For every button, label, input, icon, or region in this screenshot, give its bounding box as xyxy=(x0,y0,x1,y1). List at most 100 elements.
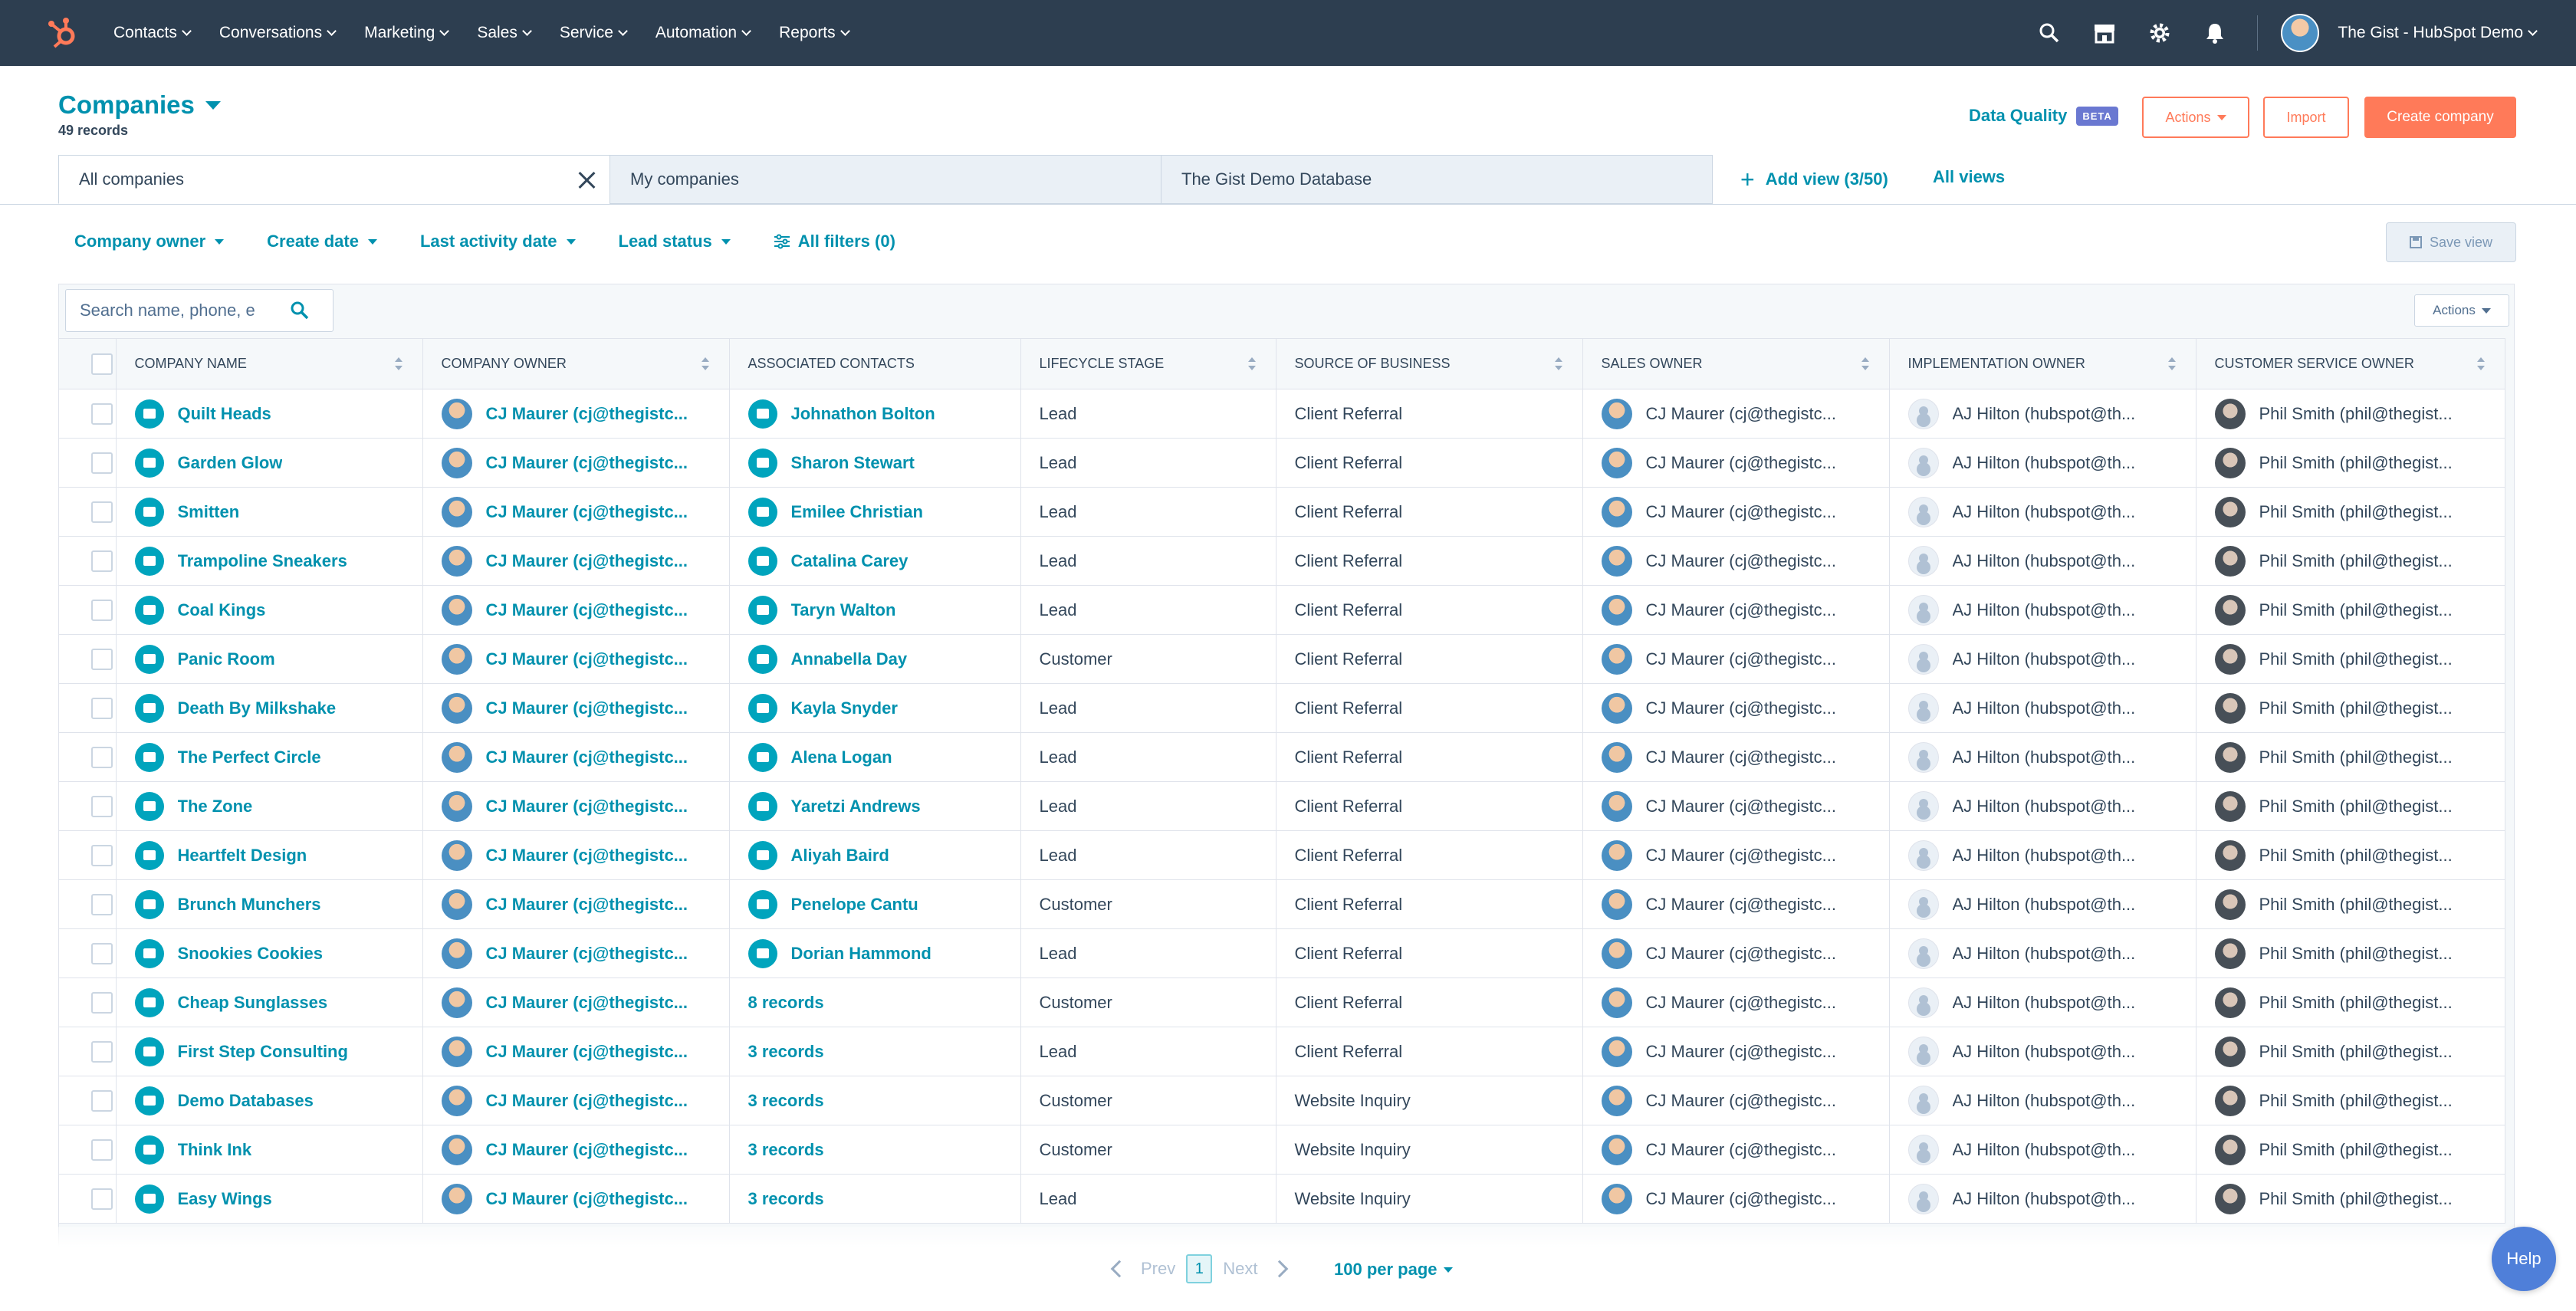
row-checkbox[interactable] xyxy=(90,893,113,915)
table-row[interactable]: Panic Room CJ Maurer (cj@thegistc... Annab… xyxy=(59,634,2505,684)
nav-marketing[interactable]: Marketing xyxy=(364,24,450,42)
company-name-link[interactable]: The Perfect Circle xyxy=(178,748,321,767)
table-row[interactable]: Demo Databases CJ Maurer (cj@thegistc... 3… xyxy=(59,1076,2505,1125)
associated-contact-link[interactable]: Dorian Hammond xyxy=(791,944,932,964)
nav-automation[interactable]: Automation xyxy=(656,24,751,42)
table-actions-button[interactable]: Actions xyxy=(2414,294,2509,327)
company-name-link[interactable]: First Step Consulting xyxy=(178,1042,348,1062)
company-owner-link[interactable]: CJ Maurer (cj@thegistc... xyxy=(486,895,688,915)
company-owner-link[interactable]: CJ Maurer (cj@thegistc... xyxy=(486,698,688,718)
associated-contacts-link[interactable]: 3 records xyxy=(748,1042,824,1061)
chevron-right-icon[interactable] xyxy=(1270,1260,1288,1278)
associated-contact-link[interactable]: Sharon Stewart xyxy=(791,453,915,473)
company-name-link[interactable]: Death By Milkshake xyxy=(178,698,337,718)
col-company-owner[interactable]: COMPANY OWNER xyxy=(422,338,730,389)
table-row[interactable]: Heartfelt Design CJ Maurer (cj@thegistc..… xyxy=(59,830,2505,880)
chevron-left-icon[interactable] xyxy=(1110,1260,1129,1278)
row-checkbox[interactable] xyxy=(90,648,113,670)
associated-contact-link[interactable]: Aliyah Baird xyxy=(791,846,889,866)
row-checkbox[interactable] xyxy=(90,1040,113,1063)
sort-icon[interactable] xyxy=(1247,357,1256,371)
col-implementation-owner[interactable]: IMPLEMENTATION OWNER xyxy=(1889,338,2196,389)
all-filters-button[interactable]: All filters (0) xyxy=(774,232,895,251)
company-name-link[interactable]: Snookies Cookies xyxy=(178,944,324,964)
actions-button[interactable]: Actions xyxy=(2142,97,2249,138)
row-checkbox[interactable] xyxy=(90,402,113,425)
company-name-link[interactable]: Demo Databases xyxy=(178,1091,314,1111)
per-page-select[interactable]: 100 per page xyxy=(1334,1260,1453,1280)
company-owner-link[interactable]: CJ Maurer (cj@thegistc... xyxy=(486,846,688,866)
next-page-button[interactable]: Next xyxy=(1223,1259,1257,1279)
table-row[interactable]: First Step Consulting CJ Maurer (cj@thegi… xyxy=(59,1027,2505,1076)
associated-contacts-link[interactable]: 8 records xyxy=(748,993,824,1012)
row-checkbox[interactable] xyxy=(90,599,113,621)
company-owner-link[interactable]: CJ Maurer (cj@thegistc... xyxy=(486,1189,688,1209)
associated-contacts-link[interactable]: 3 records xyxy=(748,1189,824,1208)
table-row[interactable]: Smitten CJ Maurer (cj@thegistc... Emilee C… xyxy=(59,487,2505,537)
all-views-link[interactable]: All views xyxy=(1933,167,2005,187)
associated-contact-link[interactable]: Annabella Day xyxy=(791,649,908,669)
table-row[interactable]: Death By Milkshake CJ Maurer (cj@thegistc… xyxy=(59,683,2505,733)
associated-contacts-link[interactable]: 3 records xyxy=(748,1091,824,1110)
company-name-link[interactable]: Panic Room xyxy=(178,649,275,669)
nav-sales[interactable]: Sales xyxy=(477,24,532,42)
row-checkbox[interactable] xyxy=(90,452,113,474)
gear-icon[interactable] xyxy=(2147,20,2173,46)
associated-contact-link[interactable]: Emilee Christian xyxy=(791,502,923,522)
table-row[interactable]: The Perfect Circle CJ Maurer (cj@thegistc… xyxy=(59,732,2505,782)
table-row[interactable]: Trampoline Sneakers CJ Maurer (cj@thegist… xyxy=(59,536,2505,586)
col-source-of-business[interactable]: SOURCE OF BUSINESS xyxy=(1276,338,1583,389)
company-owner-link[interactable]: CJ Maurer (cj@thegistc... xyxy=(486,1091,688,1111)
row-checkbox[interactable] xyxy=(90,844,113,866)
company-owner-link[interactable]: CJ Maurer (cj@thegistc... xyxy=(486,748,688,767)
search-icon[interactable] xyxy=(290,301,310,320)
company-name-link[interactable]: Smitten xyxy=(178,502,240,522)
company-owner-link[interactable]: CJ Maurer (cj@thegistc... xyxy=(486,404,688,424)
company-name-link[interactable]: The Zone xyxy=(178,797,253,816)
company-name-link[interactable]: Quilt Heads xyxy=(178,404,271,424)
sort-icon[interactable] xyxy=(2476,357,2485,371)
sort-icon[interactable] xyxy=(394,357,402,371)
company-name-link[interactable]: Trampoline Sneakers xyxy=(178,551,347,571)
nav-reports[interactable]: Reports xyxy=(779,24,850,42)
col-company-name[interactable]: COMPANY NAME xyxy=(116,338,423,389)
associated-contact-link[interactable]: Catalina Carey xyxy=(791,551,909,571)
row-checkbox[interactable] xyxy=(90,991,113,1014)
associated-contact-link[interactable]: Taryn Walton xyxy=(791,600,896,620)
company-owner-link[interactable]: CJ Maurer (cj@thegistc... xyxy=(486,551,688,571)
data-quality-link[interactable]: Data Quality BETA xyxy=(1969,106,2118,126)
row-checkbox[interactable] xyxy=(90,942,113,964)
bell-icon[interactable] xyxy=(2202,20,2228,46)
company-name-link[interactable]: Heartfelt Design xyxy=(178,846,307,866)
search-input[interactable] xyxy=(80,301,287,320)
col-customer-service-owner[interactable]: CUSTOMER SERVICE OWNER xyxy=(2196,338,2505,389)
row-checkbox[interactable] xyxy=(90,795,113,817)
close-icon[interactable] xyxy=(577,171,596,189)
col-sales-owner[interactable]: SALES OWNER xyxy=(1582,338,1890,389)
create-company-button[interactable]: Create company xyxy=(2364,97,2516,138)
marketplace-icon[interactable] xyxy=(2091,20,2118,46)
tab-all-companies[interactable]: All companies xyxy=(58,155,610,204)
table-row[interactable]: Garden Glow CJ Maurer (cj@thegistc... Shar… xyxy=(59,438,2505,488)
filter-create-date[interactable]: Create date xyxy=(267,232,377,251)
associated-contact-link[interactable]: Yaretzi Andrews xyxy=(791,797,921,816)
table-row[interactable]: Snookies Cookies CJ Maurer (cj@thegistc..… xyxy=(59,928,2505,978)
company-name-link[interactable]: Think Ink xyxy=(178,1140,252,1160)
company-owner-link[interactable]: CJ Maurer (cj@thegistc... xyxy=(486,1042,688,1062)
company-owner-link[interactable]: CJ Maurer (cj@thegistc... xyxy=(486,502,688,522)
company-owner-link[interactable]: CJ Maurer (cj@thegistc... xyxy=(486,993,688,1013)
account-menu[interactable]: The Gist - HubSpot Demo xyxy=(2338,24,2538,42)
associated-contacts-link[interactable]: 3 records xyxy=(748,1140,824,1159)
associated-contact-link[interactable]: Alena Logan xyxy=(791,748,892,767)
col-associated-contacts[interactable]: ASSOCIATED CONTACTS xyxy=(729,338,1021,389)
hubspot-logo[interactable] xyxy=(46,16,80,50)
filter-lead-status[interactable]: Lead status xyxy=(619,232,731,251)
company-name-link[interactable]: Coal Kings xyxy=(178,600,266,620)
page-number-button[interactable]: 1 xyxy=(1186,1254,1213,1283)
col-lifecycle-stage[interactable]: LIFECYCLE STAGE xyxy=(1020,338,1276,389)
import-button[interactable]: Import xyxy=(2263,97,2349,138)
row-checkbox[interactable] xyxy=(90,1089,113,1112)
table-row[interactable]: Think Ink CJ Maurer (cj@thegistc... 3 reco… xyxy=(59,1125,2505,1175)
company-name-link[interactable]: Brunch Munchers xyxy=(178,895,321,915)
table-row[interactable]: Coal Kings CJ Maurer (cj@thegistc... Taryn… xyxy=(59,585,2505,635)
